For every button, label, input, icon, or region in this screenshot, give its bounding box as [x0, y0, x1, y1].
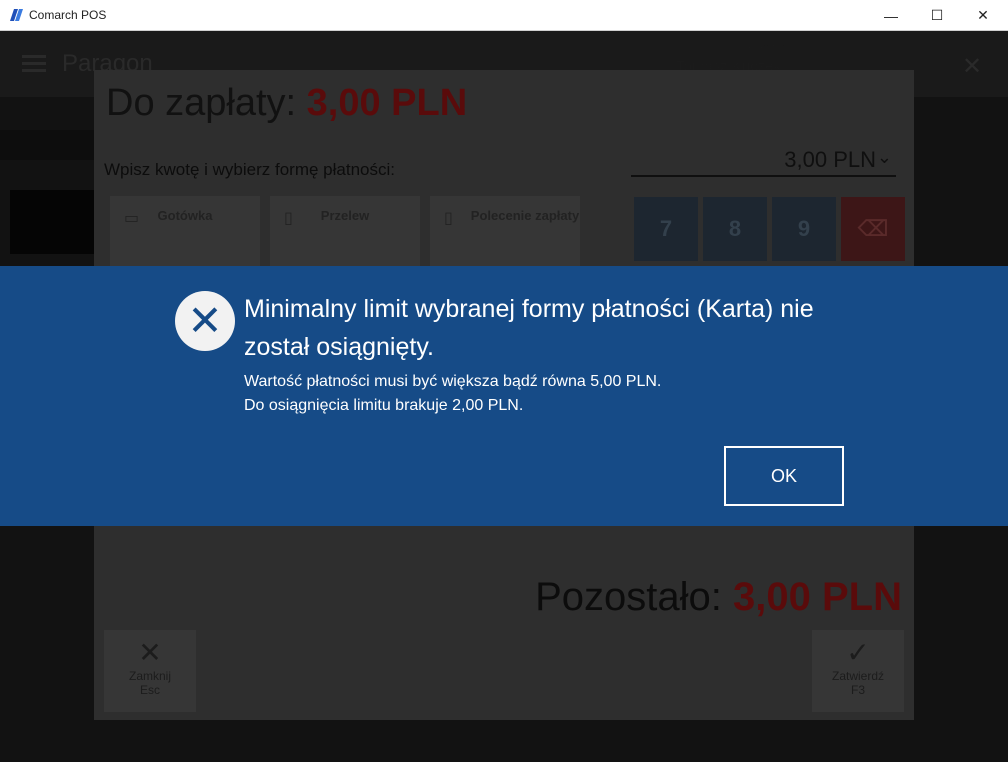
background-panel [10, 190, 94, 254]
backspace-icon: ⌫ [857, 216, 889, 241]
keypad-key-9[interactable]: 9 [772, 197, 836, 261]
cancel-shortcut: Esc [139, 683, 160, 697]
checkmark-icon: ✓ [846, 637, 870, 668]
confirm-button[interactable]: ✓ Zatwierdź F3 [812, 630, 904, 712]
payment-method-label: Gotówka [157, 208, 213, 223]
amount-value: 3,00 PLN [784, 147, 876, 172]
window-title: Comarch POS [29, 8, 107, 22]
payment-title: Do zapłaty: 3,00 PLN [106, 82, 467, 125]
payment-method-cash[interactable]: ▭ Gotówka [110, 196, 260, 266]
user-role: Operator [742, 42, 786, 54]
ok-button[interactable]: OK [724, 446, 844, 506]
error-title: Minimalny limit wybranej formy płatności… [244, 295, 814, 361]
payment-title-label: Do zapłaty: [106, 82, 297, 124]
cancel-label: Zamknij [128, 669, 171, 683]
confirm-shortcut: F3 [850, 683, 865, 697]
close-window-button[interactable]: ✕ [960, 0, 1006, 31]
background-stripe [0, 130, 94, 160]
payment-method-label: Polecenie zapłaty [470, 208, 580, 223]
chevron-down-icon: ⌄ [876, 147, 892, 167]
keypad-key-7[interactable]: 7 [634, 197, 698, 261]
remaining-label: Pozostało: [535, 575, 722, 619]
window-titlebar: Comarch POS — ☐ ✕ [0, 0, 1008, 31]
menu-icon[interactable] [22, 55, 46, 73]
payment-method-label: Przelew [320, 208, 370, 223]
payment-method-direct-debit[interactable]: ▯ Polecenie zapłaty [430, 196, 580, 266]
backspace-key[interactable]: ⌫ [841, 197, 905, 261]
remaining-amount: Pozostało: 3,00 PLN [535, 575, 902, 620]
comarch-logo-icon [10, 9, 23, 21]
remaining-value: 3,00 PLN [733, 575, 902, 619]
payment-title-amount: 3,00 PLN [306, 82, 468, 124]
error-icon: ✕ [175, 291, 235, 351]
payment-instruction: Wpisz kwotę i wybierz formę płatności: [104, 160, 395, 179]
error-line-1: Wartość płatności musi być większa bądź … [244, 373, 662, 390]
keypad-key-8[interactable]: 8 [703, 197, 767, 261]
app-close-icon[interactable]: ✕ [962, 52, 982, 81]
document-icon: ▯ [444, 210, 453, 227]
amount-field[interactable]: 3,00 PLN ⌄ [631, 145, 896, 177]
error-body: Wartość płatności musi być większa bądź … [244, 370, 661, 418]
error-line-2: Do osiągnięcia limitu brakuje 2,00 PLN. [244, 397, 524, 414]
confirm-label: Zatwierdź [831, 669, 884, 683]
close-icon: ✕ [138, 637, 162, 668]
payment-method-transfer[interactable]: ▯ Przelew [270, 196, 420, 266]
maximize-button[interactable]: ☐ [914, 0, 960, 31]
cancel-button[interactable]: ✕ Zamknij Esc [104, 630, 196, 712]
minimize-button[interactable]: — [868, 0, 914, 31]
